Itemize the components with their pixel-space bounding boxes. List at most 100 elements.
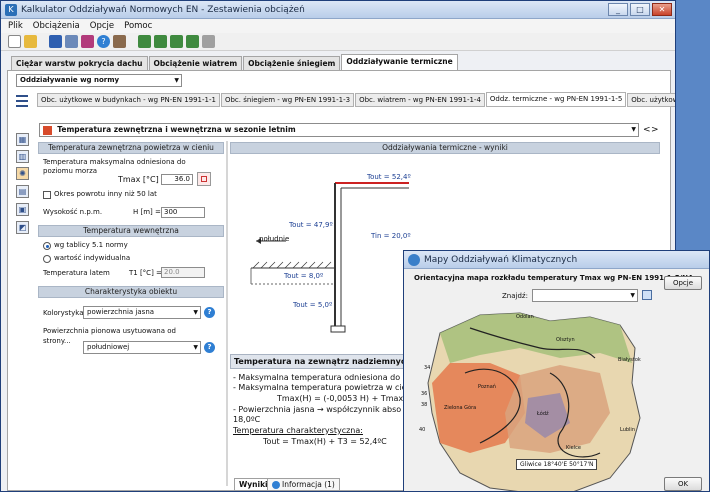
window-title: Kalkulator Oddziaływań Normowych EN - Ze… [21,4,305,15]
help-icon[interactable]: ? [204,307,215,318]
menu-loads[interactable]: Obciążenia [33,21,80,31]
tmax-label-1: Temperatura maksymalna odniesiona do [43,158,186,166]
section-icon [43,125,52,135]
wall-label-2: strony... [43,337,71,345]
city-lodz: Łódź [537,411,549,417]
chevron-down-icon: ▼ [174,77,179,84]
tout-bottom-label: Tout = 5,0º [293,301,333,309]
map-window-title: Mapy Oddziaływań Klimatycznych [424,254,578,265]
locate-icon[interactable] [642,290,652,300]
tab-info[interactable]: Informacja (1) [267,478,340,491]
results-title-box: Temperatura na zewnątrz nadziemnych częś… [230,354,410,369]
tab-thermal[interactable]: Oddziaływanie termiczne [341,54,458,70]
report-icon[interactable]: ▣ [16,203,29,216]
city-zielona-gora: Zielona Góra [444,405,477,411]
list-icon[interactable] [16,95,28,107]
return-period-label: Okres powrotu inny niż 50 lat [54,190,157,198]
ok-button[interactable]: OK [664,477,702,491]
city-poznan: Poznań [478,384,496,390]
south-label: południe [259,235,290,243]
isotherm-label-40: 40 [419,427,426,433]
menu-help[interactable]: Pomoc [124,21,152,31]
radio-custom-label: wartość indywidualna [54,254,131,262]
color-combo[interactable]: powierzchnia jasna ▼ [83,306,201,319]
section-combo-value: Temperatura zewnętrzna i wewnętrzna w se… [57,125,296,134]
print-preview-icon[interactable] [65,35,78,48]
city-kielce: Kielce [566,445,581,451]
new-icon[interactable] [8,35,21,48]
wall-label-1: Powierzchnia pionowa usytuowana od [43,327,176,335]
main-tabs: Ciężar warstw pokrycia dachu Obciążenie … [1,54,675,70]
building-diagram [250,182,409,333]
subtabs: Obc. użytkowe w budynkach - wg PN-EN 199… [37,92,675,107]
window-disabled-icon [202,35,215,48]
print-icon[interactable] [81,35,94,48]
menu-bar: Plik Obciążenia Opcje Pomoc [1,19,675,33]
find-combo[interactable]: ▼ [532,289,638,302]
section-combo[interactable]: Temperatura zewnętrzna i wewnętrzna w se… [39,123,639,137]
wall-orientation-combo[interactable]: południowej ▼ [83,341,201,354]
color-combo-value: powierzchnia jasna [87,308,155,316]
subtab-snow[interactable]: Obc. śniegiem - wg PN-EN 1991-1-3 [220,93,355,107]
wall-orientation-value: południowej [87,343,130,351]
wall-footing [330,325,346,333]
results-line-5: 18,0ºC [233,415,261,424]
results-line-2: - Maksymalna temperatura powietrza w cie… [233,383,412,392]
subtab-user[interactable]: Obc. użytkowniką [627,93,675,107]
tab-snow[interactable]: Obciążenie śniegiem [243,56,341,70]
window-import-icon[interactable] [170,35,183,48]
document-icon[interactable]: ▤ [16,185,29,198]
tout-ground-label: Tout = 8,0º [284,272,324,280]
subtab-thermal[interactable]: Oddz. termiczne - wg PN-EN 1991-1-5 [485,92,627,107]
tools-icon[interactable] [113,35,126,48]
menu-file[interactable]: Plik [8,21,23,31]
tout-wall-label: Tout = 47,9º [289,221,333,229]
section-prev-button[interactable]: < [643,125,651,135]
help-icon[interactable]: ? [204,342,215,353]
object-header: Charakterystyka obiektu [38,286,224,298]
close-button[interactable]: ✕ [652,3,672,16]
map-tooltip: Gliwice 18°40'E 50°17'N [516,459,598,470]
panel-divider[interactable] [226,141,228,486]
table-icon[interactable]: ▦ [16,133,29,146]
tab-roof-layers[interactable]: Ciężar warstw pokrycia dachu [11,56,148,70]
norm-combo[interactable]: Oddziaływanie wg normy ▼ [16,74,182,87]
indoor-header: Temperatura wewnętrzna [38,225,224,237]
open-folder-icon[interactable] [24,35,37,48]
radio-custom-value[interactable] [43,255,51,263]
altitude-input[interactable]: 300 [161,207,205,218]
radio-table-5-1[interactable] [43,242,51,250]
subtab-imposed[interactable]: Obc. użytkowe w budynkach - wg PN-EN 199… [37,93,220,107]
save-icon[interactable] [49,35,62,48]
minimize-button[interactable]: _ [608,3,628,16]
map-picker-icon[interactable] [197,172,211,186]
tmax-input[interactable]: 36.0 [161,174,193,185]
window-up-icon[interactable] [186,35,199,48]
tab-wind[interactable]: Obciążenie wiatrem [148,56,243,70]
results-header: Oddziaływania termiczne - wyniki [230,142,660,154]
chevron-down-icon: ▼ [193,309,198,316]
window-cascade-icon[interactable] [138,35,151,48]
maximize-button[interactable]: □ [630,3,650,16]
thermal-icon[interactable]: ✺ [16,167,29,180]
subtab-wind[interactable]: Obc. wiatrem - wg PN-EN 1991-1-4 [355,93,485,107]
map-window: Mapy Oddziaływań Klimatycznych Orientacy… [403,250,710,492]
chevron-down-icon: ▼ [193,344,198,351]
return-period-checkbox[interactable] [43,191,51,199]
window-export-icon[interactable] [154,35,167,48]
main-titlebar: K Kalkulator Oddziaływań Normowych EN - … [1,1,675,19]
menu-options[interactable]: Opcje [90,21,114,31]
altitude-symbol: H [m] = [133,208,161,216]
app-icon: K [5,3,17,16]
results-line-6: Temperatura charakterystyczna: [233,426,363,435]
chevron-down-icon: ▼ [631,126,636,133]
isotherm-label-36: 36 [421,391,428,397]
chart-icon[interactable]: ▥ [16,150,29,163]
find-label: Znajdź: [502,292,528,300]
tin-label: Tin = 20,0º [371,232,411,240]
options-button[interactable]: Opcje [664,276,702,290]
map-icon[interactable]: ◩ [16,221,29,234]
section-next-button[interactable]: > [651,125,659,135]
t1-symbol: T1 [°C] = [129,269,162,277]
help-icon[interactable]: ? [97,35,110,48]
